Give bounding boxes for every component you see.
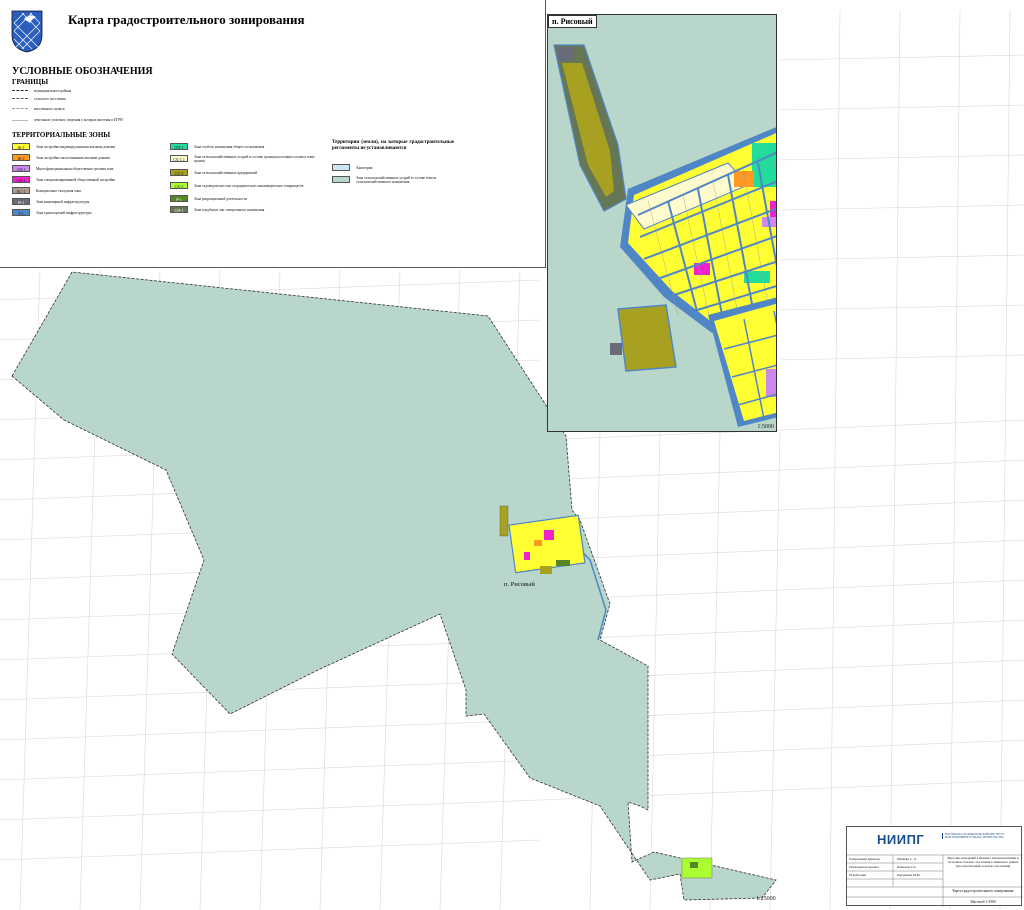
legend-zone-od2: ОД-2 Зона специализированной общественно… <box>12 175 115 184</box>
zones-heading: ТЕРРИТОРИАЛЬНЫЕ ЗОНЫ <box>12 131 111 139</box>
map-scale: 1:25000 <box>756 896 776 902</box>
legend-zone-sh3: СХ-3 Зона садоводческих или огородническ… <box>170 180 320 191</box>
legend-zone-ks1: КС-1 Коммунально-складская зона <box>12 186 81 195</box>
coat-of-arms-icon <box>11 10 43 53</box>
stamp-name-director: Митягин С. Д. <box>897 857 917 861</box>
inset-scale: 1:5000 <box>757 424 774 430</box>
stamp-sheet: Карта градостроительного зонирования <box>952 889 1014 893</box>
title-block: НИИПГ НАУЧНО-ИССЛЕДОВАТЕЛЬСКИЙ ИНСТИТУТ … <box>846 826 1023 907</box>
stamp-name-developer: Бородачева М.М. <box>897 873 921 877</box>
stamp-scale: Масштаб 1:5000 <box>970 900 996 904</box>
legend-zone-zh1: Ж-1 Зона застройки индивидуальными жилым… <box>12 142 115 151</box>
stamp-role-director: Генеральный директор <box>849 857 880 861</box>
legend-zone-zh2: Ж-2 Зона застройки малоэтажными жилыми д… <box>12 153 110 162</box>
lands-heading: Территории (земли), на которые градостро… <box>332 140 454 151</box>
legend-zone-op1: ОП-1 Зона особого назначения общего поль… <box>170 142 264 151</box>
stamp-name-lead: Камалова Т.А. <box>897 865 917 869</box>
legend-panel: Карта градостроительного зонирования УСЛ… <box>0 0 546 268</box>
legend-zone-r1: Р-1 Зона рекреационной деятельности <box>170 194 247 203</box>
stamp-role-lead: Руководитель проекта <box>849 865 880 869</box>
page-title: Карта градостроительного зонирования <box>68 12 305 27</box>
legend-zone-sh11: СХ-1.1 Зона сельскохозяйственных угодий … <box>170 153 320 164</box>
stamp-role-developer: Разработчик <box>849 873 866 877</box>
inset-map[interactable]: п. Рисовый 1:5000 <box>547 14 777 432</box>
boundaries-heading: ГРАНИЦЫ <box>12 78 49 86</box>
inset-map-canvas[interactable] <box>548 15 777 432</box>
legend-zone-od1: ОД-1 Многофункциональная общественно-дел… <box>12 164 113 173</box>
legend-boundary-settlement: сельского поселения <box>12 94 66 103</box>
legend-land-agri: Зона сельскохозяйственных угодий в соста… <box>332 174 472 185</box>
legend-zone-i1: И-1 Зона инженерной инфраструктуры <box>12 197 89 206</box>
legend-zone-sn1: СН-1 Зона кладбищ и зон специального наз… <box>170 204 320 215</box>
stamp-project: Внесение изменений в Правила землепользо… <box>947 856 1019 868</box>
legend-zone-sh2: СХ-2 Зона сельскохозяйственных предприят… <box>170 168 257 177</box>
gardening-area[interactable] <box>681 857 713 879</box>
legend-heading: УСЛОВНЫЕ ОБОЗНАЧЕНИЯ <box>12 66 153 77</box>
legend-zone-t1: Т-1 Зона транспортной инфраструктуры <box>12 208 92 217</box>
settlement-label: п. Рисовый <box>504 581 535 588</box>
legend-boundary-parcels: земельных участков, сведения о которых в… <box>12 114 142 126</box>
legend-boundary-locality: населенного пункта <box>12 104 64 113</box>
inset-title: п. Рисовый <box>548 15 597 28</box>
legend-land-water: Акватории <box>332 163 372 172</box>
